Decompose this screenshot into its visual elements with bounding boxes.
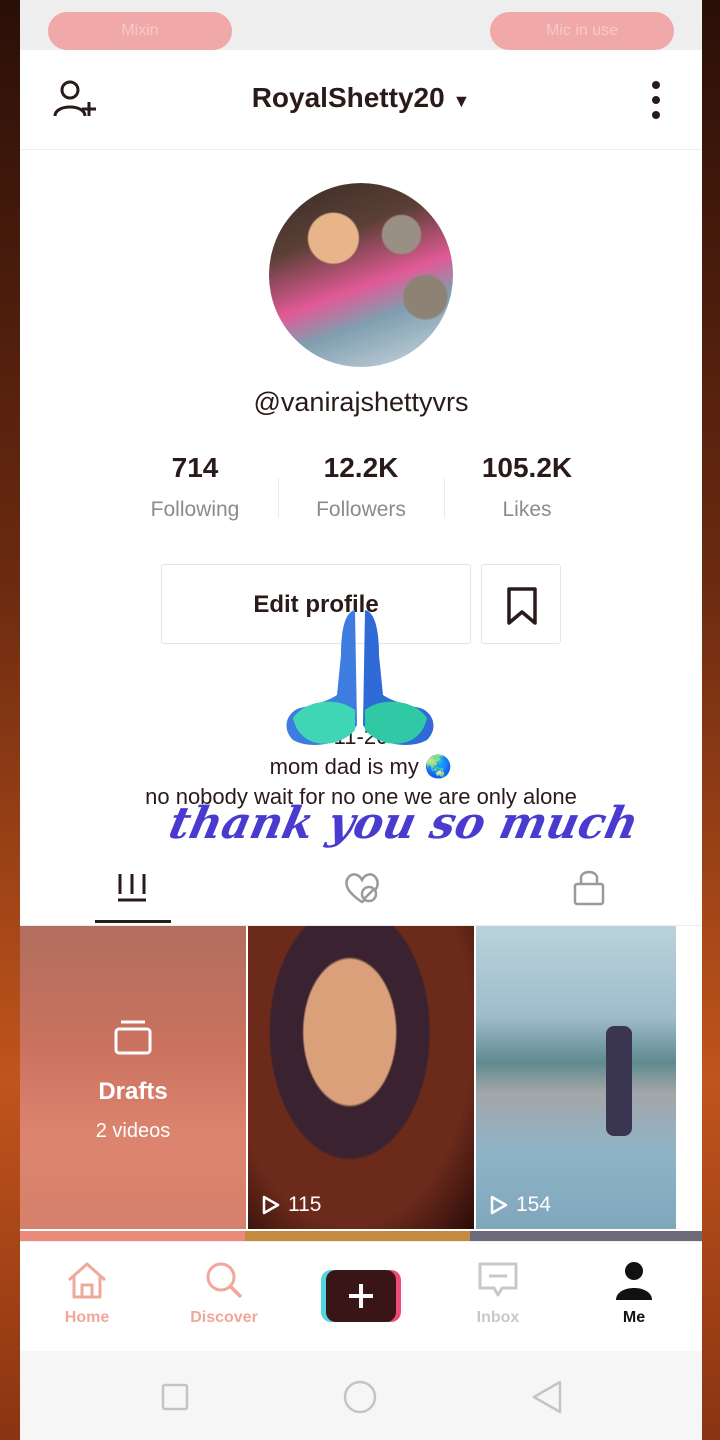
stat-value: 12.2K [323, 452, 399, 483]
tab-private[interactable] [572, 868, 606, 911]
lock-icon [573, 870, 605, 906]
app-screen: Mixin Mic in use RoyalShetty20 ▼ @vanira… [20, 0, 702, 1440]
video-tile[interactable]: 154 [476, 926, 676, 1229]
stat-divider [444, 478, 445, 518]
profile-header: RoyalShetty20 ▼ [20, 50, 702, 150]
message-icon [478, 1262, 518, 1297]
thank-you-sticker: thank you so much [164, 798, 644, 849]
system-status-bar: Mixin Mic in use [20, 0, 702, 50]
avatar[interactable] [269, 183, 453, 367]
profile-handle: @vanirajshettyvrs [253, 387, 469, 417]
person-figure [606, 1026, 632, 1136]
bookmark-icon [507, 587, 537, 625]
bio-line: mom dad is my 🌏 [269, 754, 453, 779]
nav-home[interactable]: Home [32, 1260, 142, 1327]
search-icon [206, 1262, 243, 1299]
nav-me[interactable]: Me [579, 1260, 689, 1327]
nav-inbox[interactable]: Inbox [443, 1260, 553, 1327]
favorites-button[interactable] [481, 564, 561, 644]
system-nav-bar [20, 1351, 702, 1440]
stat-likes[interactable]: 105.2K Likes [447, 452, 607, 522]
bottom-nav: Home Discover Inbox Me [20, 1241, 702, 1351]
drafts-icon [113, 1018, 153, 1061]
drafts-title: Drafts [98, 1078, 168, 1105]
username-switcher[interactable]: RoyalShetty20 ▼ [20, 82, 702, 114]
person-icon [616, 1262, 652, 1300]
mic-in-use-pill[interactable]: Mic in use [490, 12, 674, 50]
stat-following[interactable]: 714 Following [115, 452, 275, 522]
stat-divider [278, 478, 279, 518]
mixin-pill[interactable]: Mixin [48, 12, 232, 50]
nav-label: Home [64, 1309, 110, 1326]
stat-label: Following [150, 498, 240, 521]
home-icon [68, 1262, 106, 1299]
username-label: RoyalShetty20 [251, 82, 445, 113]
home-circle-icon[interactable] [342, 1379, 378, 1420]
stat-label: Followers [316, 498, 406, 521]
recent-apps-icon[interactable] [161, 1383, 189, 1416]
video-tile[interactable]: 115 [248, 926, 474, 1229]
nav-label: Discover [190, 1309, 258, 1326]
more-vertical-icon[interactable] [646, 80, 666, 125]
content-tabs [20, 850, 702, 926]
tab-videos[interactable] [116, 870, 148, 911]
drafts-count: 2 videos [95, 1120, 171, 1142]
stat-followers[interactable]: 12.2K Followers [281, 452, 441, 522]
stat-label: Likes [502, 498, 552, 521]
view-count-value: 115 [288, 1193, 322, 1216]
view-count-value: 154 [516, 1193, 552, 1216]
nav-label: Inbox [476, 1309, 520, 1326]
stat-value: 105.2K [481, 452, 573, 483]
play-icon [490, 1195, 508, 1215]
nav-discover[interactable]: Discover [169, 1260, 279, 1327]
back-triangle-icon[interactable] [530, 1379, 564, 1420]
video-grid: Drafts 2 videos 115 154 [20, 926, 702, 1229]
folded-hands-sticker [286, 610, 434, 745]
view-count: 154 [490, 1193, 551, 1217]
create-button[interactable] [321, 1270, 401, 1322]
next-row-thumbnails [20, 1231, 702, 1241]
view-count: 115 [262, 1193, 321, 1217]
nav-label: Me [622, 1309, 646, 1326]
hidden-heart-icon [345, 873, 379, 904]
play-icon [262, 1195, 280, 1215]
active-tab-indicator [95, 920, 171, 923]
plus-icon [321, 1270, 401, 1322]
drafts-tile[interactable]: Drafts 2 videos [20, 926, 246, 1229]
tab-liked[interactable] [342, 870, 382, 911]
grid-bars-icon [118, 874, 146, 902]
chevron-down-icon: ▼ [452, 91, 471, 111]
stat-value: 714 [171, 452, 219, 483]
